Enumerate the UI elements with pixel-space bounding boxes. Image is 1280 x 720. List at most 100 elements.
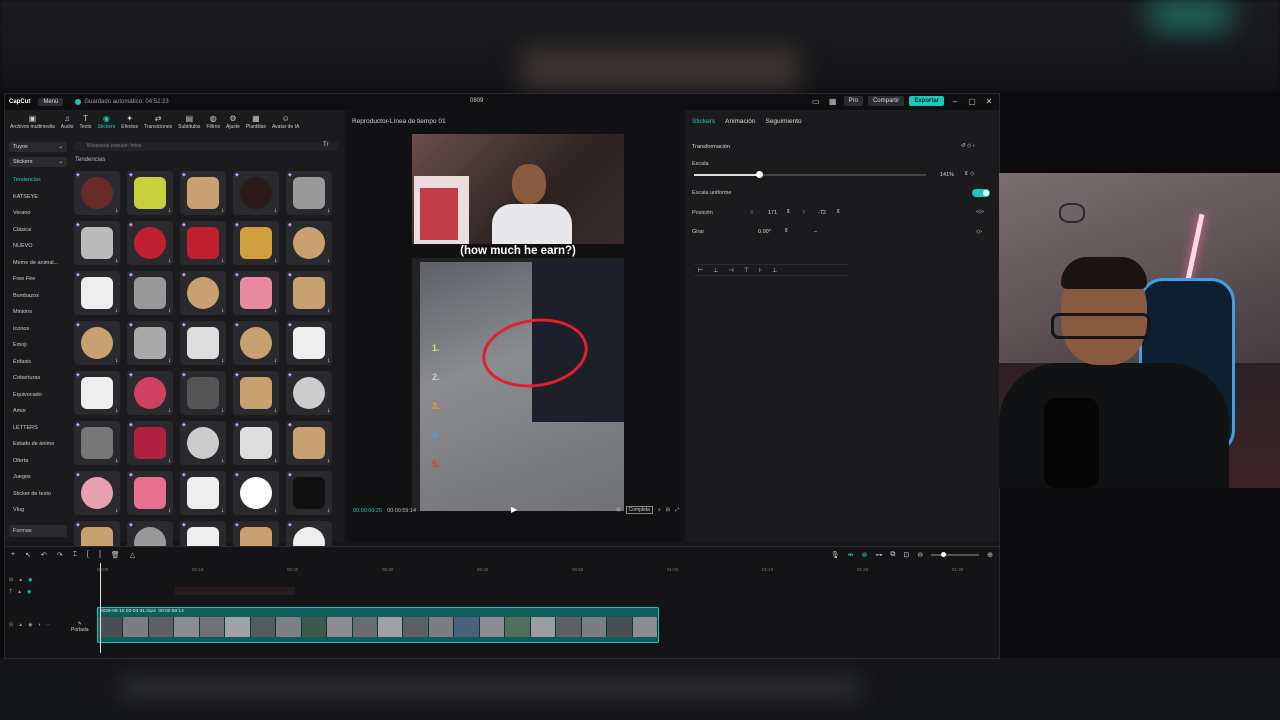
transform-label[interactable]: Transformación xyxy=(692,144,730,150)
category-item[interactable]: Oferta xyxy=(9,453,67,470)
download-icon[interactable]: ↓ xyxy=(327,308,330,314)
layout-icon[interactable]: ▭ xyxy=(810,97,822,106)
add-track-icon[interactable]: + xyxy=(11,551,15,559)
scale-value[interactable]: 141% xyxy=(940,172,954,178)
sticker-tile[interactable]: ◆↓ xyxy=(286,171,332,215)
zoom-slider-knob[interactable] xyxy=(941,552,947,557)
download-icon[interactable]: ↓ xyxy=(115,458,118,464)
category-item[interactable]: Juegos xyxy=(9,469,67,486)
reset-icon[interactable]: ↺ ◇ › xyxy=(961,143,975,149)
minimize-icon[interactable]: – xyxy=(949,97,961,106)
redo-icon[interactable]: ↷ xyxy=(57,551,63,559)
timeline-ruler[interactable]: 00:00 00:10 00:20 00:30 00:40 00:50 01:00 01:10… xyxy=(97,567,997,577)
tool-avatar-de-ia[interactable]: ☺ Avatar de IA xyxy=(269,110,302,134)
mark-icon[interactable]: △ xyxy=(130,551,135,559)
category-item[interactable]: NUEVO xyxy=(9,238,67,255)
download-icon[interactable]: ↓ xyxy=(115,508,118,514)
download-icon[interactable]: ↓ xyxy=(221,208,224,214)
download-icon[interactable]: ↓ xyxy=(168,258,171,264)
category-item[interactable]: Tendencias xyxy=(9,172,67,189)
tool-filtros[interactable]: ◍ Filtros xyxy=(203,110,223,134)
stepper-icon[interactable]: ⇕ xyxy=(836,209,841,215)
tool-audio[interactable]: ♫ Audio xyxy=(58,110,77,134)
sticker-tile[interactable]: ◆↓ xyxy=(127,171,173,215)
share-button[interactable]: Compartir xyxy=(867,96,905,106)
inspector-tab[interactable]: Animación xyxy=(725,118,755,125)
download-icon[interactable]: ↓ xyxy=(274,408,277,414)
undo-icon[interactable]: ↶ xyxy=(41,551,47,559)
download-icon[interactable]: ↓ xyxy=(115,258,118,264)
sticker-tile[interactable]: ◆↓ xyxy=(286,421,332,465)
trim-right-icon[interactable]: ] xyxy=(99,551,101,559)
screen-icon[interactable]: ⊟ xyxy=(666,507,670,513)
sticker-tile[interactable]: ◆↓ xyxy=(74,171,120,215)
download-icon[interactable]: ↓ xyxy=(274,358,277,364)
sticker-tile[interactable]: ◆↓ xyxy=(233,171,279,215)
crop-icon[interactable]: ⊡ xyxy=(616,507,620,513)
keyframe-icon[interactable]: ◇› xyxy=(976,229,982,235)
inspector-tab[interactable]: Seguimiento xyxy=(765,118,801,125)
download-icon[interactable]: ↓ xyxy=(274,308,277,314)
category-item[interactable]: Verano xyxy=(9,205,67,222)
tool-plantillas[interactable]: ▦ Plantillas xyxy=(243,110,269,134)
category-item[interactable]: LETTERS xyxy=(9,420,67,437)
pos-x-input[interactable]: 171 xyxy=(768,210,777,216)
zoom-in-icon[interactable]: ⊕ xyxy=(987,551,993,559)
sticker-tile[interactable]: ◆↓ xyxy=(127,371,173,415)
download-icon[interactable]: ↓ xyxy=(221,258,224,264)
sticker-tile[interactable]: ◆↓ xyxy=(286,271,332,315)
lock-icon[interactable]: ▲ xyxy=(18,622,23,628)
download-icon[interactable]: ↓ xyxy=(274,258,277,264)
sticker-tile[interactable]: ◆↓ xyxy=(180,371,226,415)
download-icon[interactable]: ↓ xyxy=(327,208,330,214)
sticker-tile[interactable]: ◆↓ xyxy=(127,471,173,515)
category-item[interactable]: Free Fire xyxy=(9,271,67,288)
sticker-tile[interactable]: ◆↓ xyxy=(233,421,279,465)
download-icon[interactable]: ↓ xyxy=(221,308,224,314)
sticker-tile[interactable]: ◆↓ xyxy=(74,221,120,265)
sticker-tile[interactable]: ◆↓ xyxy=(127,421,173,465)
split-icon[interactable]: ⌶ xyxy=(73,551,77,559)
stepper-icon[interactable]: ⇕ ◇ xyxy=(964,171,974,177)
lock-icon[interactable]: ▲ xyxy=(18,577,23,583)
tool-archivos-multimedia[interactable]: ▣ Archivos multimedia xyxy=(7,110,58,134)
sticker-tile[interactable]: ◆↓ xyxy=(233,321,279,365)
maximize-icon[interactable]: ▢ xyxy=(966,97,978,106)
sticker-tile[interactable]: ◆↓ xyxy=(286,371,332,415)
download-icon[interactable]: ↓ xyxy=(168,208,171,214)
download-icon[interactable]: ↓ xyxy=(221,458,224,464)
sticker-search-input[interactable]: Búsqueda popular: fotos xyxy=(75,142,339,151)
category-item[interactable]: Equivocado xyxy=(9,387,67,404)
rotate-input[interactable]: 0.00° xyxy=(758,229,771,235)
sticker-tile[interactable]: ◆↓ xyxy=(74,421,120,465)
category-item[interactable]: Minions xyxy=(9,304,67,321)
sticker-tile[interactable]: ◆↓ xyxy=(286,321,332,365)
download-icon[interactable]: ↓ xyxy=(115,208,118,214)
keyframe-icon[interactable]: ‹◇› xyxy=(976,209,984,215)
play-icon[interactable]: ▶ xyxy=(511,505,517,514)
download-icon[interactable]: ↓ xyxy=(168,508,171,514)
sticker-tile[interactable]: ◆↓ xyxy=(180,221,226,265)
download-icon[interactable]: ↓ xyxy=(168,358,171,364)
tool-subtítulos[interactable]: ▤ Subtítulos xyxy=(175,110,203,134)
scale-slider-knob[interactable] xyxy=(755,171,763,178)
close-icon[interactable]: ✕ xyxy=(983,97,995,106)
fullscreen-icon[interactable]: ⤢ xyxy=(675,507,679,513)
download-icon[interactable]: ↓ xyxy=(327,358,330,364)
video-clip[interactable]: 2026-08-15 03-04-31.mp4 00:00:59:14 xyxy=(97,607,659,643)
align-center-icon[interactable]: ⊥ xyxy=(713,267,718,274)
delete-icon[interactable]: 🗑 xyxy=(111,551,120,559)
audio-icon[interactable]: ◑ xyxy=(38,622,41,628)
lock-icon[interactable]: ▲ xyxy=(17,589,22,595)
lock-icon[interactable]: ⊟ xyxy=(9,577,13,583)
download-icon[interactable]: ↓ xyxy=(274,508,277,514)
sticker-tile[interactable]: ◆↓ xyxy=(74,321,120,365)
align-top-icon[interactable]: ⊤ xyxy=(744,267,749,274)
rotate-extra[interactable]: – xyxy=(814,229,817,235)
category-item[interactable]: Vlog xyxy=(9,502,67,519)
align-left-icon[interactable]: ⊢ xyxy=(698,267,703,274)
trim-left-icon[interactable]: [ xyxy=(87,551,89,559)
category-item[interactable]: Iconos xyxy=(9,321,67,338)
download-icon[interactable]: ↓ xyxy=(274,208,277,214)
sticker-tile[interactable]: ◆↓ xyxy=(127,271,173,315)
